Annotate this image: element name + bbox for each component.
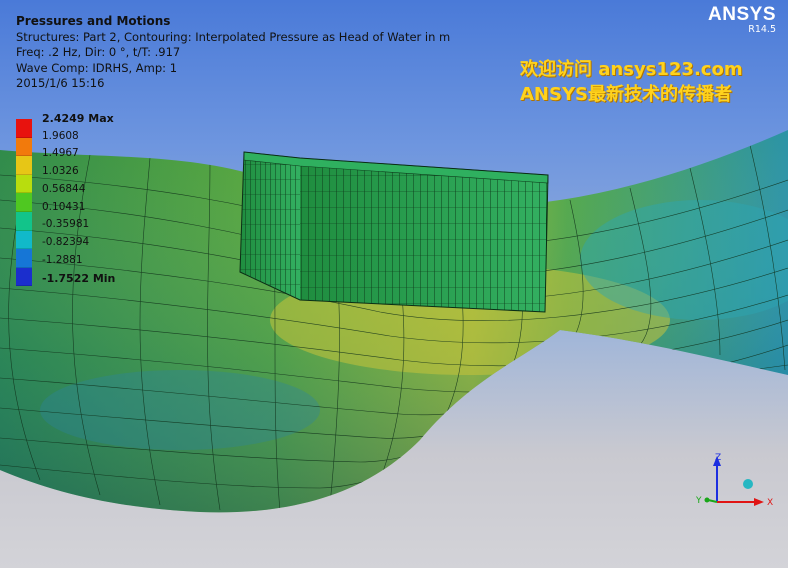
result-wave-component: Wave Comp: IDRHS, Amp: 1 — [16, 60, 178, 75]
legend-value-label: -0.82394 — [42, 235, 90, 248]
result-scope: Structures: Part 2, Contouring: Interpol… — [16, 29, 451, 44]
brand-name: ANSYS — [708, 4, 776, 25]
y-arrow-icon — [704, 497, 710, 503]
watermark-line-2: ANSYS最新技术的传播者 — [520, 84, 732, 105]
legend-swatch — [16, 267, 32, 287]
legend-value-label: -0.35981 — [42, 218, 90, 231]
result-timestamp: 2015/1/6 15:16 — [16, 76, 105, 90]
legend-swatch — [16, 156, 32, 175]
graphics-viewport[interactable]: Pressures and Motions Structures: Part 2… — [0, 0, 788, 568]
legend-swatch — [16, 211, 32, 231]
legend-value-label: 0.56844 — [42, 182, 86, 195]
legend-swatch — [16, 193, 32, 212]
legend-value-label: 1.0326 — [42, 165, 79, 178]
result-info-panel: Pressures and Motions Structures: Part 2… — [16, 14, 450, 92]
legend-swatch — [16, 249, 32, 268]
legend-swatch — [16, 230, 32, 250]
x-label: X — [767, 498, 773, 508]
result-title: Pressures and Motions — [16, 14, 171, 28]
iso-ball-icon — [743, 479, 753, 489]
legend-swatch — [16, 174, 32, 194]
legend-max-label: 2.4249 Max — [42, 112, 114, 125]
legend-swatch — [16, 119, 32, 138]
legend-value-label: 0.10431 — [42, 200, 86, 213]
result-frequency: Freq: .2 Hz, Dir: 0 °, t/T: .917 — [16, 45, 181, 59]
ansys-logo: ANSYS R14.5 — [708, 4, 776, 35]
legend-value-label: 1.9608 — [42, 129, 79, 142]
legend-swatch — [16, 137, 32, 157]
legend-value-label: -1.2881 — [42, 253, 83, 266]
floating-box-structure[interactable] — [239, 151, 549, 313]
watermark-overlay: 欢迎访问 ansys123.com ANSYS最新技术的传播者 — [520, 57, 743, 107]
legend-color-bar — [16, 119, 32, 287]
legend-value-label: 1.4967 — [42, 147, 79, 160]
x-arrow-icon — [754, 498, 764, 506]
watermark-line-1: 欢迎访问 ansys123.com — [520, 59, 743, 80]
y-label: Y — [695, 496, 702, 506]
legend-min-label: -1.7522 Min — [42, 272, 116, 285]
z-label: Z — [715, 453, 721, 463]
coordinate-triad[interactable]: Z X Y — [690, 450, 780, 520]
